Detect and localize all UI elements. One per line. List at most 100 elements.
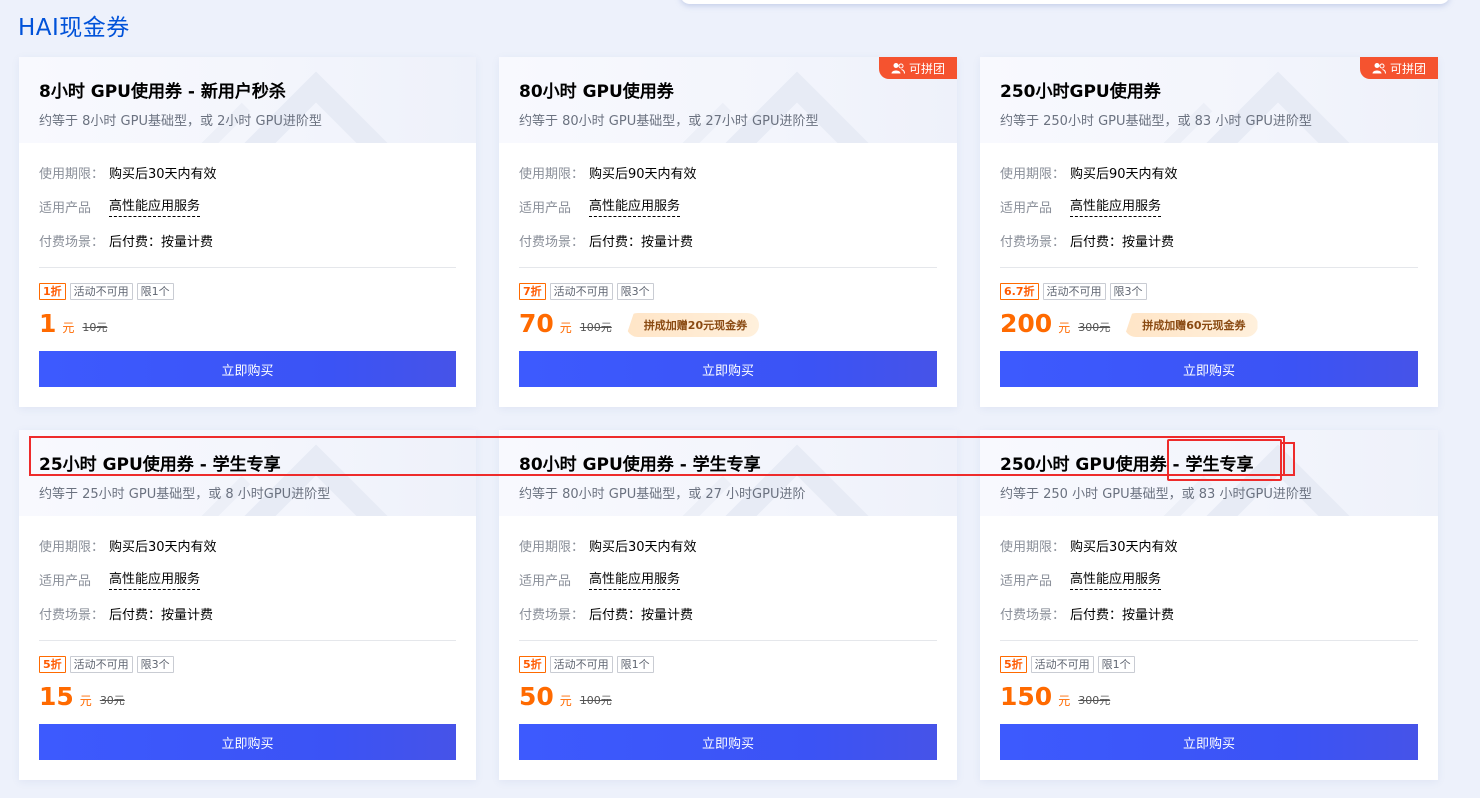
card-title: 80小时 GPU使用券 - 学生专享	[519, 455, 761, 475]
card-info: 使用期限： 购买后30天内有效 适用产品 高性能应用服务 付费场景： 后付费：按…	[499, 516, 957, 630]
discount-tag: 5折	[1000, 656, 1027, 673]
card-title: 250小时 GPU使用券 - 学生专享	[1000, 455, 1254, 475]
product-link[interactable]: 高性能应用服务	[109, 568, 201, 590]
price: 150	[1000, 681, 1053, 711]
card-info: 使用期限： 购买后30天内有效 适用产品 高性能应用服务 付费场景： 后付费：按…	[980, 516, 1438, 630]
buy-now-button[interactable]: 立即购买	[39, 351, 456, 387]
validity-value: 购买后90天内有效	[1070, 166, 1178, 182]
card-title: 8小时 GPU使用券 - 新用户秒杀	[39, 82, 286, 102]
billing-row: 付费场景： 后付费：按量计费	[519, 223, 937, 257]
product-link[interactable]: 高性能应用服务	[589, 568, 681, 590]
price-row: 70 元 100元 拼成加赠20元现金券	[499, 300, 957, 340]
voucher-card: 250小时 GPU使用券 - 学生专享 约等于 250 小时 GPU基础型，或 …	[980, 430, 1438, 780]
product-link[interactable]: 高性能应用服务	[1070, 195, 1162, 217]
product-link[interactable]: 高性能应用服务	[1070, 568, 1162, 590]
product-link[interactable]: 高性能应用服务	[589, 195, 681, 217]
original-price: 100元	[579, 321, 612, 334]
validity-value: 购买后30天内有效	[109, 166, 217, 182]
price-unit: 元	[559, 693, 572, 708]
badge-label: 可拼团	[908, 61, 945, 76]
card-info: 使用期限： 购买后30天内有效 适用产品 高性能应用服务 付费场景： 后付费：按…	[19, 143, 476, 257]
validity-row: 使用期限： 购买后90天内有效	[1000, 155, 1418, 189]
card-info: 使用期限： 购买后90天内有效 适用产品 高性能应用服务 付费场景： 后付费：按…	[980, 143, 1438, 257]
activity-tag: 活动不可用	[549, 283, 613, 300]
price: 200	[1000, 308, 1053, 338]
original-price: 300元	[1078, 321, 1111, 334]
price-row: 50 元 100元	[499, 673, 957, 713]
buy-now-button[interactable]: 立即购买	[1000, 724, 1418, 760]
price-unit: 元	[62, 320, 75, 335]
tag-list: 6.7折 活动不可用 限3个	[980, 268, 1438, 300]
product-row: 适用产品 高性能应用服务	[1000, 562, 1418, 596]
original-price: 10元	[82, 321, 108, 334]
activity-tag: 活动不可用	[69, 656, 133, 673]
card-title: 80小时 GPU使用券	[519, 82, 674, 102]
product-row: 适用产品 高性能应用服务	[39, 562, 456, 596]
price: 1	[39, 308, 57, 338]
product-link[interactable]: 高性能应用服务	[109, 195, 201, 217]
validity-label: 使用期限：	[39, 539, 105, 555]
top-panel-edge	[680, 0, 1450, 4]
price-row: 1 元 10元	[19, 300, 476, 340]
buy-now-button[interactable]: 立即购买	[519, 351, 937, 387]
promo-tag: 拼成加赠20元现金券	[625, 313, 760, 337]
group-buy-badge: 可拼团	[1360, 57, 1438, 79]
discount-tag: 1折	[39, 283, 66, 300]
activity-tag: 活动不可用	[549, 656, 613, 673]
original-price: 300元	[1078, 694, 1111, 707]
product-label: 适用产品	[1000, 200, 1053, 216]
product-row: 适用产品 高性能应用服务	[1000, 189, 1418, 223]
validity-label: 使用期限：	[1000, 166, 1066, 182]
activity-tag: 活动不可用	[1030, 656, 1094, 673]
billing-row: 付费场景： 后付费：按量计费	[39, 223, 456, 257]
buy-now-button[interactable]: 立即购买	[519, 724, 937, 760]
discount-tag: 5折	[519, 656, 546, 673]
validity-row: 使用期限： 购买后30天内有效	[1000, 528, 1418, 562]
price-row: 15 元 30元	[19, 673, 476, 713]
card-subtitle: 约等于 25小时 GPU基础型，或 8 小时GPU进阶型	[39, 487, 331, 502]
billing-value: 后付费：按量计费	[109, 607, 214, 623]
card-title: 250小时GPU使用券	[1000, 82, 1161, 102]
voucher-grid: 8小时 GPU使用券 - 新用户秒杀 约等于 8小时 GPU基础型，或 2小时 …	[19, 57, 1438, 780]
card-subtitle: 约等于 250 小时 GPU基础型，或 83 小时GPU进阶型	[1000, 487, 1312, 502]
voucher-card: 8小时 GPU使用券 - 新用户秒杀 约等于 8小时 GPU基础型，或 2小时 …	[19, 57, 476, 407]
buy-now-button[interactable]: 立即购买	[1000, 351, 1418, 387]
activity-tag: 活动不可用	[1042, 283, 1106, 300]
price-unit: 元	[1058, 693, 1071, 708]
badge-label: 可拼团	[1389, 61, 1426, 76]
validity-label: 使用期限：	[519, 539, 585, 555]
validity-value: 购买后30天内有效	[589, 539, 697, 555]
billing-value: 后付费：按量计费	[589, 607, 694, 623]
validity-label: 使用期限：	[39, 166, 105, 182]
buy-now-button[interactable]: 立即购买	[39, 724, 456, 760]
voucher-card: 80小时 GPU使用券 - 学生专享 约等于 80小时 GPU基础型，或 27 …	[499, 430, 957, 780]
validity-value: 购买后30天内有效	[1070, 539, 1178, 555]
billing-label: 付费场景：	[1000, 607, 1066, 623]
price: 15	[39, 681, 74, 711]
product-row: 适用产品 高性能应用服务	[519, 562, 937, 596]
card-header: 250小时GPU使用券 约等于 250小时 GPU基础型，或 83 小时 GPU…	[980, 57, 1438, 143]
validity-label: 使用期限：	[519, 166, 585, 182]
limit-tag: 限3个	[1109, 283, 1147, 300]
validity-value: 购买后90天内有效	[589, 166, 697, 182]
validity-row: 使用期限： 购买后30天内有效	[519, 528, 937, 562]
limit-tag: 限1个	[616, 656, 654, 673]
users-icon	[891, 63, 905, 74]
discount-tag: 6.7折	[1000, 283, 1039, 300]
discount-tag: 5折	[39, 656, 66, 673]
card-subtitle: 约等于 8小时 GPU基础型，或 2小时 GPU进阶型	[39, 114, 322, 129]
promo-tag: 拼成加赠60元现金券	[1124, 313, 1258, 337]
users-icon	[1372, 63, 1386, 74]
billing-label: 付费场景：	[519, 607, 585, 623]
limit-tag: 限3个	[616, 283, 654, 300]
price-unit: 元	[559, 320, 572, 335]
card-info: 使用期限： 购买后30天内有效 适用产品 高性能应用服务 付费场景： 后付费：按…	[19, 516, 476, 630]
card-header: 8小时 GPU使用券 - 新用户秒杀 约等于 8小时 GPU基础型，或 2小时 …	[19, 57, 476, 143]
product-label: 适用产品	[519, 200, 572, 216]
billing-label: 付费场景：	[39, 234, 105, 250]
product-label: 适用产品	[39, 200, 92, 216]
billing-value: 后付费：按量计费	[589, 234, 694, 250]
limit-tag: 限1个	[1097, 656, 1135, 673]
section-title: HAI现金券	[18, 15, 130, 41]
billing-row: 付费场景： 后付费：按量计费	[519, 596, 937, 630]
